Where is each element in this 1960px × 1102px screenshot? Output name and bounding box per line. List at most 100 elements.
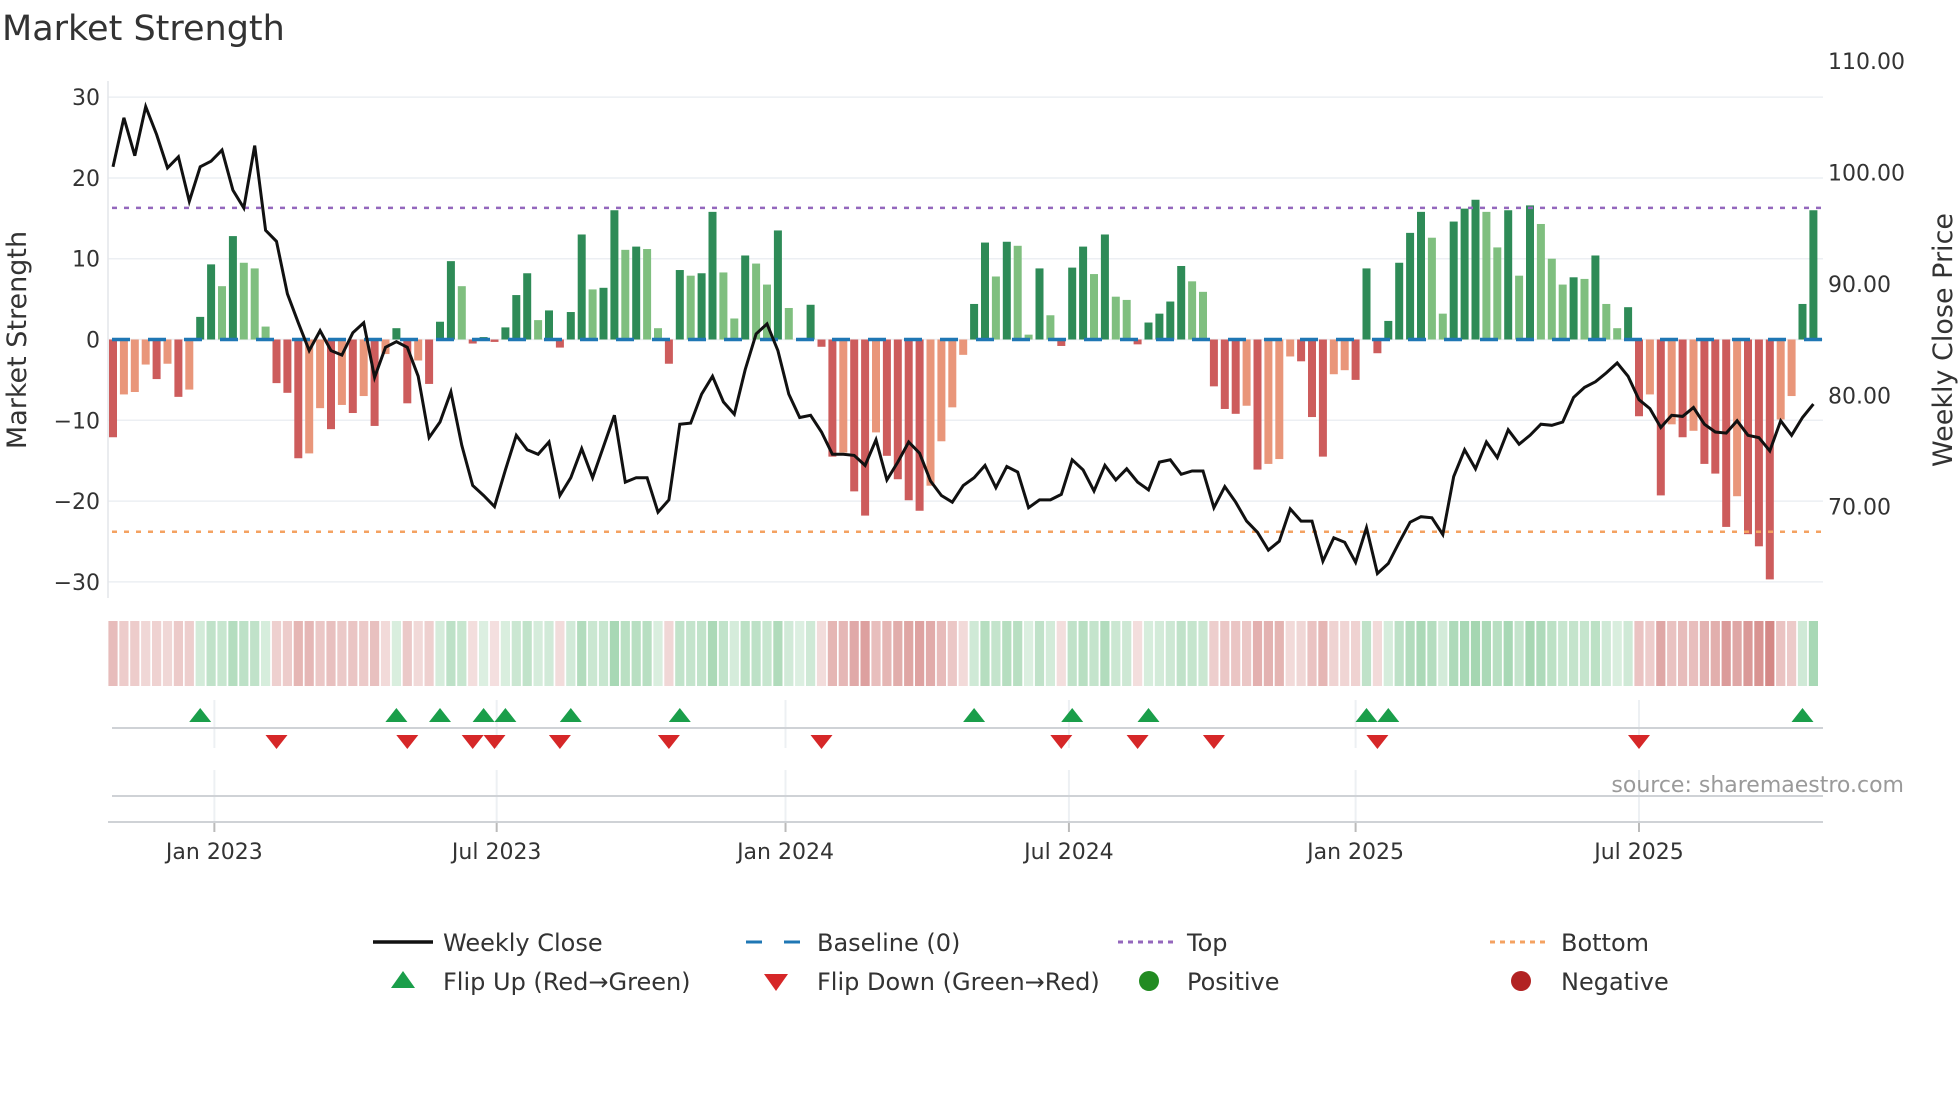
y-tick-label: −10 xyxy=(54,409,100,434)
heat-cell xyxy=(380,621,391,686)
heat-cell xyxy=(152,621,162,686)
strength-bar xyxy=(1526,205,1534,340)
strength-bar xyxy=(1362,268,1371,340)
strength-bar xyxy=(1035,268,1044,340)
strength-bar xyxy=(1493,247,1502,340)
strength-bar xyxy=(708,211,717,340)
flip-down-marker xyxy=(1126,735,1149,749)
heat-cell xyxy=(555,621,565,686)
flip-up-marker xyxy=(494,708,517,722)
heat-cell xyxy=(773,621,783,686)
strength-bar xyxy=(839,339,848,453)
strength-bar xyxy=(1667,339,1676,425)
strength-bar xyxy=(1373,339,1382,354)
strength-bar xyxy=(1155,313,1164,340)
x-tick-label: Jan 2024 xyxy=(735,840,834,865)
heat-cell xyxy=(915,621,925,686)
heat-cell xyxy=(784,621,794,686)
heat-cell xyxy=(1340,621,1350,686)
heat-cell xyxy=(642,621,652,686)
y2-tick-label: 110.00 xyxy=(1828,50,1905,75)
flip-down-marker xyxy=(483,735,506,749)
heat-cell xyxy=(1765,621,1775,686)
heat-cell xyxy=(1274,621,1284,686)
heat-cell xyxy=(1449,621,1459,686)
x-tick-label: Jan 2023 xyxy=(164,840,263,865)
heat-cell xyxy=(740,621,750,686)
flip-down-marker xyxy=(810,735,833,749)
strength-bar xyxy=(414,339,423,361)
y2-tick-label: 70.00 xyxy=(1828,496,1891,521)
strength-bar xyxy=(1406,232,1415,340)
flip-up-marker xyxy=(429,708,451,722)
heat-cell xyxy=(511,621,521,686)
strength-bar xyxy=(534,320,543,340)
strength-bar xyxy=(446,261,455,340)
strength-bar xyxy=(370,339,379,426)
heat-cell xyxy=(1623,621,1633,686)
flip-down-marker xyxy=(265,735,288,749)
heat-cell xyxy=(751,621,761,686)
strength-bar xyxy=(872,339,880,433)
heat-cell xyxy=(1361,621,1372,686)
heat-cell xyxy=(1797,621,1808,686)
heat-cell xyxy=(1470,621,1481,686)
y-axis: 30 20 10 0 −10 −20 −30 xyxy=(54,81,109,598)
flip-up-marker xyxy=(963,708,986,722)
strength-bar xyxy=(1733,339,1742,497)
heat-cell xyxy=(1558,621,1568,686)
heat-cell xyxy=(1078,621,1088,686)
heat-cell xyxy=(326,621,336,686)
strength-bar xyxy=(948,339,957,408)
strength-bar xyxy=(752,263,761,340)
strength-bar xyxy=(1177,265,1186,340)
heat-cell xyxy=(1743,621,1753,686)
heat-cell xyxy=(707,621,718,686)
strength-bar xyxy=(294,339,303,459)
strength-bar xyxy=(1144,322,1153,340)
source-label: source: sharemaestro.com xyxy=(1611,773,1904,798)
heat-cell xyxy=(1089,621,1099,686)
heat-cell xyxy=(620,621,630,686)
heat-cell xyxy=(424,621,434,686)
x-axis: Jan 2023 Jul 2023 Jan 2024 Jul 2024 Jan 2025… xyxy=(108,821,1823,865)
strength-bar xyxy=(348,339,357,414)
strength-bar xyxy=(1351,339,1360,380)
heat-cell xyxy=(1220,621,1230,686)
strength-bar xyxy=(588,289,597,340)
strength-bar xyxy=(141,339,150,365)
heat-cell xyxy=(1427,621,1437,686)
heat-cell xyxy=(1503,621,1513,686)
heat-cell xyxy=(1416,621,1426,686)
strength-bars xyxy=(109,199,1818,580)
heat-cell xyxy=(1045,621,1055,686)
strength-bar xyxy=(501,327,510,340)
heat-cell xyxy=(413,621,423,686)
heat-cell xyxy=(1645,621,1655,686)
heat-cell xyxy=(827,621,837,686)
x-tick-label: Jan 2025 xyxy=(1305,840,1404,865)
heat-cell xyxy=(609,621,619,686)
strength-bar xyxy=(904,339,913,501)
heat-cell xyxy=(119,621,129,686)
heat-cell xyxy=(1024,621,1034,686)
strength-bar xyxy=(632,246,641,340)
heat-cell xyxy=(1776,621,1786,686)
strength-bar xyxy=(523,273,532,340)
strength-bar xyxy=(1220,339,1229,409)
y2-axis-title: Weekly Close Price xyxy=(1928,213,1959,467)
strength-bar xyxy=(490,339,499,342)
heat-cell xyxy=(816,621,827,686)
strength-bar xyxy=(991,276,1000,340)
strength-bar xyxy=(926,339,935,486)
strength-bar xyxy=(1645,339,1654,395)
strength-bar xyxy=(1449,221,1458,340)
legend-label: Negative xyxy=(1561,968,1669,996)
heat-cell xyxy=(1351,621,1361,686)
strength-bar xyxy=(174,339,183,397)
strength-bar xyxy=(1504,210,1513,340)
flip-down-marker xyxy=(461,735,484,749)
strength-bar xyxy=(425,339,434,384)
chart-title: Market Strength xyxy=(2,9,285,49)
strength-bar xyxy=(1569,277,1578,340)
